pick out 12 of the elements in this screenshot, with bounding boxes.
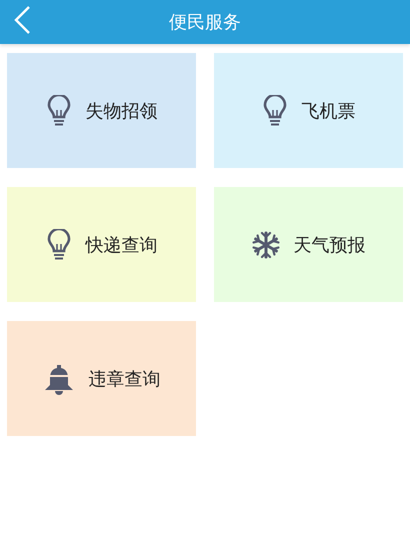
service-tile[interactable]: 天气预报 xyxy=(214,187,403,302)
lightbulb-icon xyxy=(46,228,72,260)
page-title: 便民服务 xyxy=(169,11,241,34)
back-icon xyxy=(13,5,31,35)
service-tile[interactable]: 违章查询 xyxy=(7,321,196,436)
snowflake-icon xyxy=(252,230,280,258)
bell-icon xyxy=(42,362,74,394)
service-tile[interactable]: 失物招领 xyxy=(7,53,196,168)
service-tile[interactable]: 快递查询 xyxy=(7,187,196,302)
service-tile[interactable]: 飞机票 xyxy=(214,53,403,168)
lightbulb-icon xyxy=(262,94,288,126)
lightbulb-icon xyxy=(46,94,72,126)
